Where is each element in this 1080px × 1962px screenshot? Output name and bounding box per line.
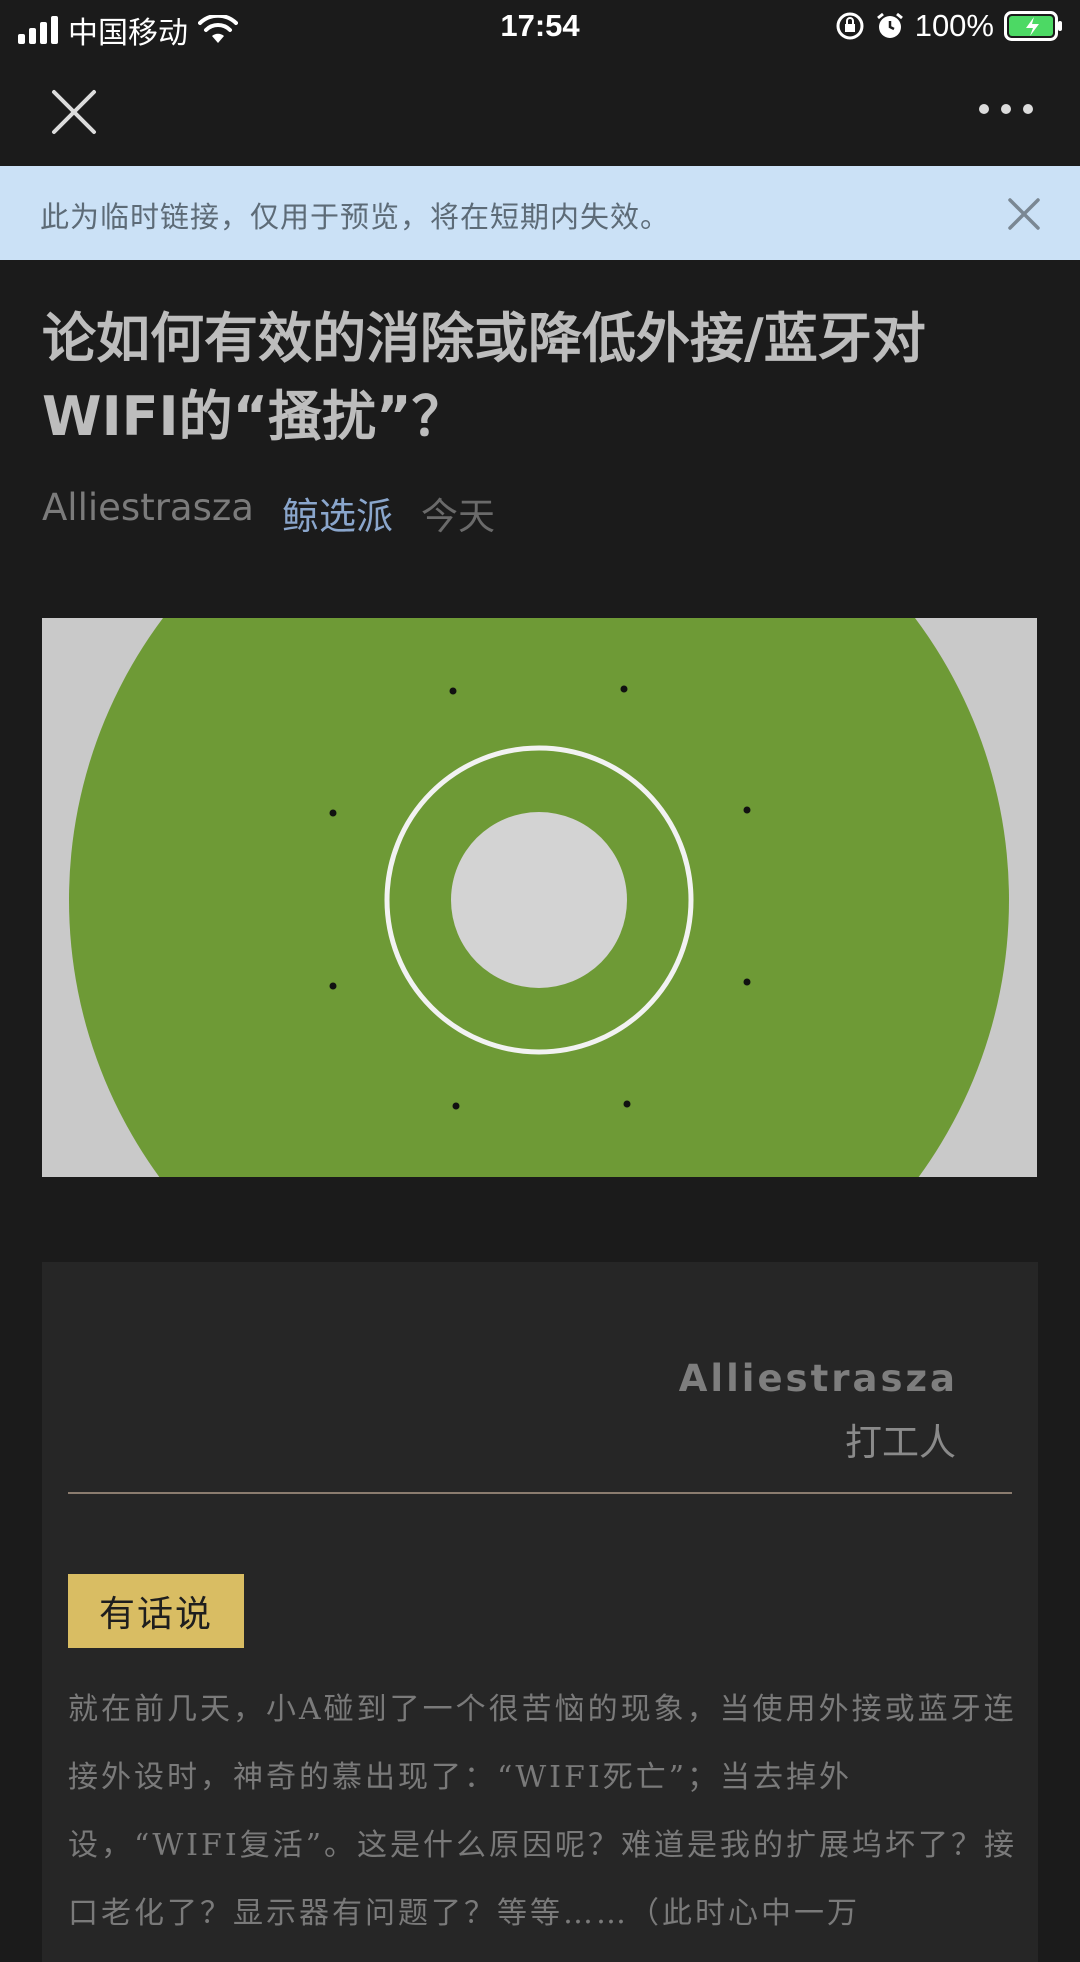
close-icon[interactable] [46,84,102,140]
card-divider [68,1492,1012,1494]
alarm-icon [876,12,903,38]
nav-bar [0,54,1080,166]
battery-icon [1004,11,1062,41]
more-dots-icon[interactable] [976,94,1036,124]
status-bar: 中国移动 17:54 100% [0,0,1080,54]
card-author-role: 打工人 [845,1421,956,1464]
article-channel-link[interactable]: 鲸选派 [282,486,393,540]
author-card: Alliestrasza 打工人 有话说 就在前几天，小A碰到了一个很苦恼的现象… [42,1262,1038,1962]
preview-notice-banner: 此为临时链接，仅用于预览，将在短期内失效。 [0,166,1080,260]
battery-percent: 100% [914,8,994,43]
article-body-text: 就在前几天，小A碰到了一个很苦恼的现象，当使用外接或蓝牙连接外设时，神奇的慕出现… [68,1692,1018,1931]
notice-close-icon[interactable] [1006,196,1042,232]
card-author-name: Alliestrasza [678,1357,958,1400]
article-author: Alliestrasza [42,486,254,529]
notice-text: 此为临时链接，仅用于预览，将在短期内失效。 [40,200,671,234]
cover-disc-graphic [42,618,1037,1177]
cover-image [42,618,1037,1177]
rotation-lock-icon [836,12,864,40]
section-tag: 有话说 [68,1574,244,1648]
article-meta: Alliestrasza 鲸选派 今天 [42,486,495,540]
status-right: 100% [835,8,1064,44]
article-date: 今天 [420,495,495,538]
article-title: 论如何有效的消除或降低外接/蓝牙对WIFI的“搔扰”？ [42,307,926,448]
